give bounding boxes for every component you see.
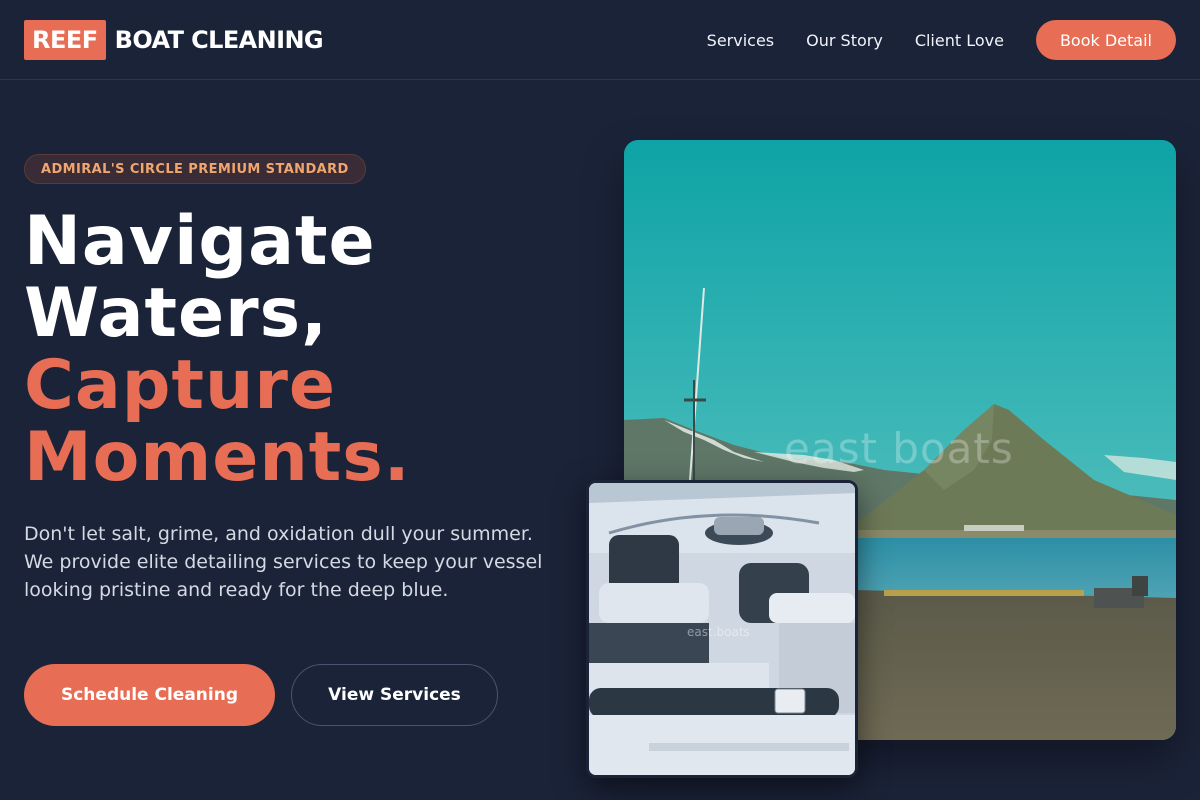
schedule-cleaning-button[interactable]: Schedule Cleaning <box>24 664 275 726</box>
inset-photo-watermark: east.boats <box>687 625 750 639</box>
nav-link-client-love[interactable]: Client Love <box>915 31 1004 50</box>
main-nav: Services Our Story Client Love Book Deta… <box>707 20 1176 60</box>
view-services-button[interactable]: View Services <box>291 664 498 726</box>
headline-line-3: Capture <box>24 346 337 425</box>
boat-interior-photo: east.boats <box>586 480 858 778</box>
logo-text: BOAT CLEANING <box>114 26 324 54</box>
headline-line-1: Navigate <box>24 202 376 281</box>
book-detail-button[interactable]: Book Detail <box>1035 20 1176 60</box>
premium-badge: ADMIRAL'S CIRCLE PREMIUM STANDARD <box>24 154 366 184</box>
hero-headline: Navigate Waters, Capture Moments. <box>24 206 584 494</box>
hero-description: Don't let salt, grime, and oxidation dul… <box>24 523 543 601</box>
headline-line-2: Waters, <box>24 274 328 353</box>
headline-line-4: Moments. <box>24 418 411 497</box>
nav-link-our-story[interactable]: Our Story <box>806 31 883 50</box>
main-photo-watermark: east boats <box>784 424 1014 473</box>
site-header: REEF BOAT CLEANING Services Our Story Cl… <box>0 0 1200 80</box>
nav-link-services[interactable]: Services <box>707 31 774 50</box>
logo-mark: REEF <box>24 20 106 60</box>
logo[interactable]: REEF BOAT CLEANING <box>24 20 324 60</box>
